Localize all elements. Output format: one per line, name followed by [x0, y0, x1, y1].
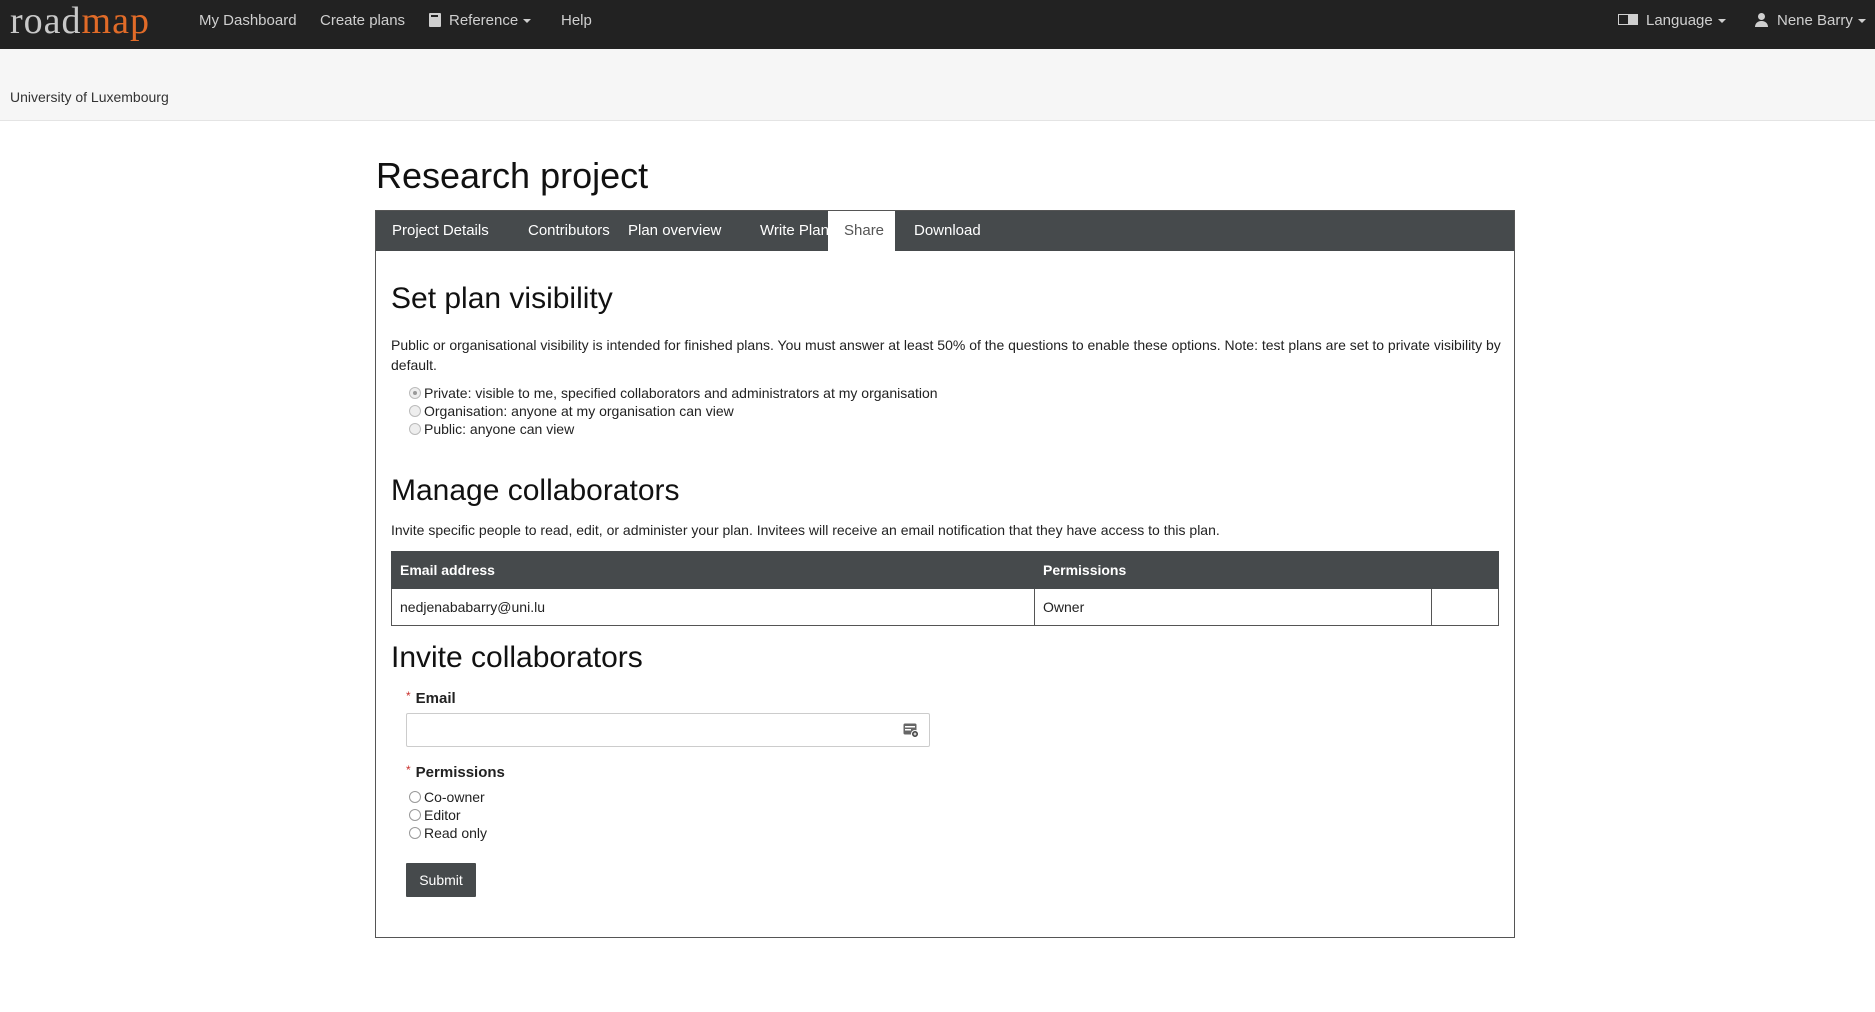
- visibility-option-public[interactable]: Public: anyone can view: [409, 420, 574, 438]
- nav-language-dropdown[interactable]: Language: [1618, 12, 1726, 30]
- nav-language-label: Language: [1646, 12, 1713, 29]
- permission-option-editor[interactable]: Editor: [409, 806, 461, 824]
- tab-plan-overview[interactable]: Plan overview: [612, 211, 737, 251]
- column-header-permissions: Permissions: [1034, 551, 1432, 589]
- permission-option-co-owner[interactable]: Co-owner: [409, 788, 485, 806]
- roadmap-logo[interactable]: roadmap: [10, 0, 150, 44]
- manage-collaborators-heading: Manage collaborators: [391, 474, 680, 507]
- page-title: Research project: [376, 155, 649, 196]
- nav-user-name: Nene Barry: [1777, 12, 1853, 29]
- required-marker: *: [406, 763, 411, 777]
- visibility-option-private[interactable]: Private: visible to me, specified collab…: [409, 384, 938, 402]
- book-icon: [429, 13, 441, 27]
- radio-button[interactable]: [409, 809, 421, 821]
- collaborators-table: Email address Permissions nedjenababarry…: [391, 551, 1499, 626]
- collaborator-actions: [1431, 588, 1499, 626]
- tab-share[interactable]: Share: [828, 211, 895, 251]
- submit-button[interactable]: Submit: [406, 863, 476, 897]
- table-row: nedjenababarry@uni.lu Owner: [391, 588, 1499, 626]
- user-icon: [1755, 13, 1768, 27]
- nav-my-dashboard[interactable]: My Dashboard: [199, 12, 297, 30]
- collaborator-email: nedjenababarry@uni.lu: [391, 588, 1035, 626]
- visibility-heading: Set plan visibility: [391, 282, 613, 315]
- caret-down-icon: [523, 19, 532, 24]
- visibility-option-organisation[interactable]: Organisation: anyone at my organisation …: [409, 402, 734, 420]
- caret-down-icon: [1717, 19, 1726, 24]
- tab-download[interactable]: Download: [898, 211, 997, 251]
- organisation-bar: University of Luxembourg: [0, 49, 1875, 121]
- tab-project-details[interactable]: Project Details: [376, 211, 505, 251]
- manage-collaborators-description: Invite specific people to read, edit, or…: [391, 522, 1220, 538]
- radio-button[interactable]: [409, 423, 421, 435]
- email-field[interactable]: [406, 713, 930, 747]
- plan-tabs: Project Details Contributors Plan overvi…: [376, 211, 1514, 251]
- nav-user-dropdown[interactable]: Nene Barry: [1755, 12, 1866, 30]
- nav-create-plans[interactable]: Create plans: [320, 12, 405, 30]
- top-navbar: roadmap My Dashboard Create plans Refere…: [0, 0, 1875, 49]
- collaborator-permission: Owner: [1034, 588, 1432, 626]
- required-marker: *: [406, 689, 411, 703]
- caret-down-icon: [1857, 19, 1866, 24]
- contact-card-icon[interactable]: [903, 722, 919, 738]
- tab-contributors[interactable]: Contributors: [512, 211, 626, 251]
- language-icon: [1618, 14, 1638, 25]
- table-header-row: Email address Permissions: [391, 551, 1499, 589]
- radio-button[interactable]: [409, 387, 421, 399]
- nav-help[interactable]: Help: [561, 12, 592, 30]
- permission-option-read-only[interactable]: Read only: [409, 824, 487, 842]
- permissions-label: * Permissions: [406, 763, 505, 781]
- organisation-name: University of Luxembourg: [10, 89, 169, 105]
- radio-button[interactable]: [409, 827, 421, 839]
- radio-button[interactable]: [409, 791, 421, 803]
- email-label: * Email: [406, 689, 456, 707]
- column-header-email: Email address: [391, 551, 1035, 589]
- visibility-description: Public or organisational visibility is i…: [391, 337, 1501, 373]
- column-header-actions: [1431, 551, 1499, 589]
- nav-reference-label: Reference: [449, 12, 519, 29]
- invite-collaborators-heading: Invite collaborators: [391, 641, 643, 674]
- nav-reference-dropdown[interactable]: Reference: [429, 12, 532, 30]
- radio-button[interactable]: [409, 405, 421, 417]
